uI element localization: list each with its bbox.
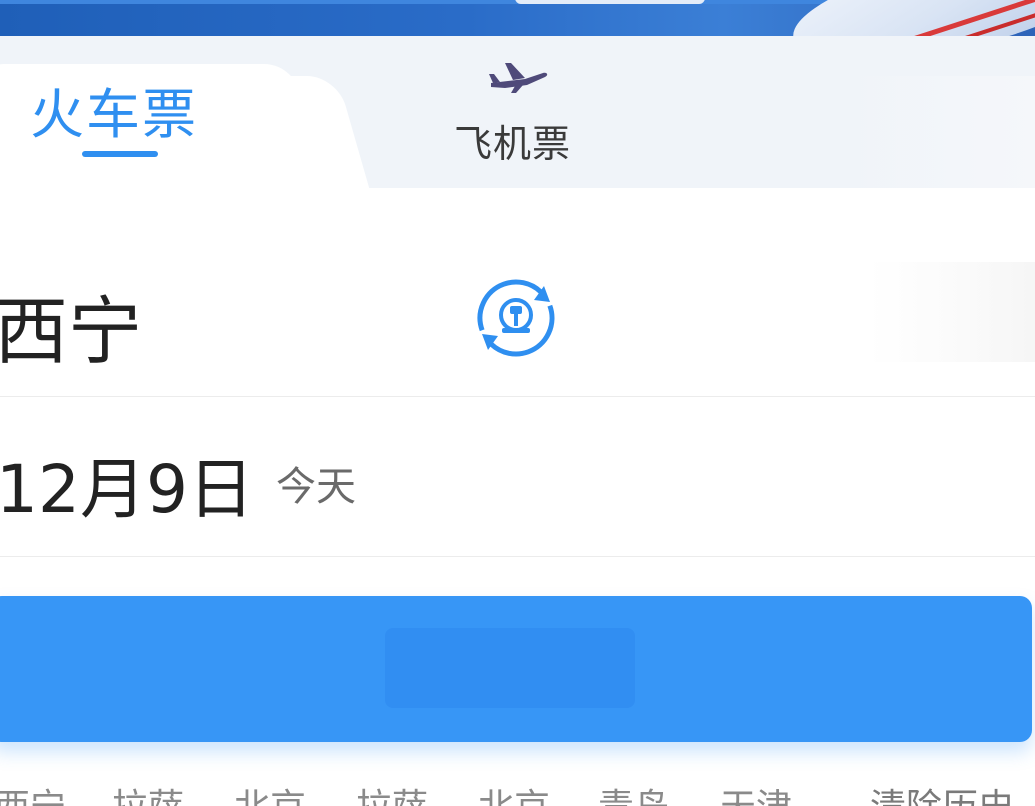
divider bbox=[0, 396, 1035, 397]
banner-pill bbox=[515, 0, 705, 4]
swap-stations-button[interactable] bbox=[470, 272, 562, 364]
history-item[interactable]: 青岛 bbox=[598, 778, 670, 806]
history-item[interactable]: 拉萨 bbox=[356, 778, 428, 806]
date-relative-label: 今天 bbox=[276, 464, 356, 510]
tab-train-ticket[interactable]: 火车票 bbox=[30, 70, 210, 149]
tab-train-label: 火车票 bbox=[30, 83, 198, 146]
from-station[interactable]: 西宁 bbox=[0, 272, 142, 379]
train-booking-screen: 火车票 飞机票 西宁 12月9日 今天 西宁 bbox=[0, 0, 1035, 806]
tab-flight-label: 飞机票 bbox=[454, 122, 572, 166]
history-item[interactable]: 拉萨 bbox=[112, 778, 184, 806]
banner-train-image bbox=[784, 0, 1035, 40]
to-station[interactable] bbox=[868, 262, 1035, 362]
top-banner bbox=[0, 0, 1035, 40]
departure-date: 12月9日 bbox=[0, 451, 254, 528]
search-history: 西宁 拉萨 北京 拉萨 北京 青岛 天津 清除历史 bbox=[0, 778, 1035, 806]
airplane-icon bbox=[489, 63, 548, 93]
search-tickets-button[interactable] bbox=[0, 596, 1032, 742]
clear-history-button[interactable]: 清除历史 bbox=[870, 778, 1014, 806]
history-item[interactable]: 北京 bbox=[478, 778, 550, 806]
history-item[interactable]: 天津 bbox=[720, 778, 792, 806]
history-item[interactable]: 西宁 bbox=[0, 778, 66, 806]
tab-flight-ticket[interactable]: 飞机票 bbox=[440, 55, 600, 166]
history-item[interactable]: 北京 bbox=[234, 778, 306, 806]
button-highlight bbox=[385, 628, 635, 708]
tab-active-indicator bbox=[82, 151, 158, 157]
railway-swap-icon bbox=[477, 279, 555, 357]
divider bbox=[0, 556, 1035, 557]
